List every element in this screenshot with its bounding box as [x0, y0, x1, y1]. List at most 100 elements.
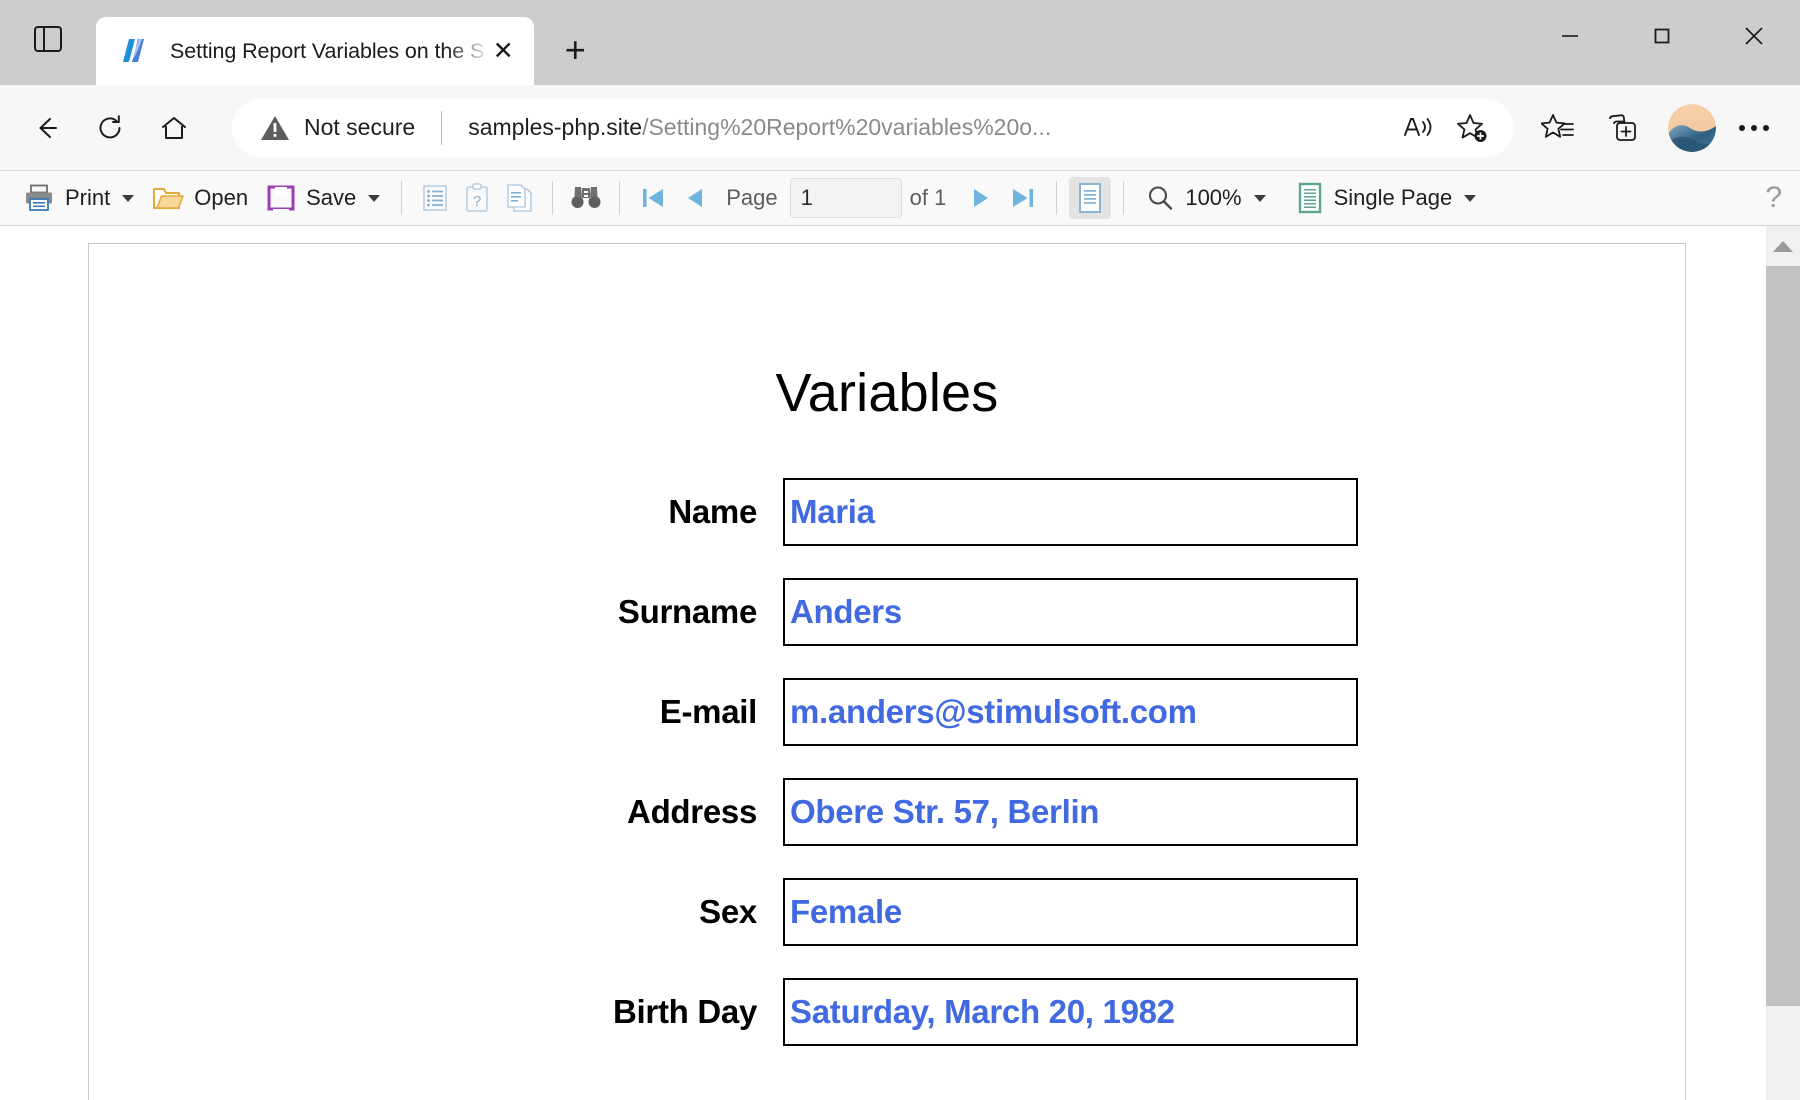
chevron-down-icon[interactable]: [1253, 194, 1266, 202]
view-mode-label: Single Page: [1333, 185, 1453, 210]
variable-label: Surname: [617, 593, 757, 630]
minimize-button[interactable]: [1524, 0, 1616, 72]
tab-strip: Setting Report Variables on the S ✕ +: [0, 0, 1800, 85]
variable-row: E-mail m.anders@stimulsoft.com: [89, 662, 1685, 762]
stimulsoft-logo-icon: [118, 36, 148, 66]
variable-value: Anders: [790, 593, 902, 630]
scrollbar-track[interactable]: [1766, 266, 1800, 1089]
pdf-page: Variables Name Maria Surname Anders E-ma…: [88, 243, 1686, 1100]
close-button[interactable]: [1708, 0, 1800, 72]
address-bar-actions: [1392, 101, 1500, 155]
printer-icon: [26, 184, 52, 211]
back-button[interactable]: [18, 100, 74, 156]
open-button[interactable]: Open: [143, 176, 257, 220]
next-page-icon[interactable]: [960, 177, 1002, 219]
chevron-down-icon[interactable]: [368, 194, 381, 202]
vertical-scrollbar[interactable]: [1766, 226, 1800, 1100]
add-favorite-icon[interactable]: [1446, 101, 1500, 155]
page-view-icon[interactable]: [498, 177, 540, 219]
toolbar-divider: [401, 181, 403, 215]
variable-label: Birth Day: [613, 993, 757, 1030]
variable-label: Sex: [699, 893, 757, 930]
variable-value: Female: [790, 893, 902, 930]
variable-value-box[interactable]: m.anders@stimulsoft.com: [783, 678, 1358, 746]
pdf-document-area: Variables Name Maria Surname Anders E-ma…: [0, 226, 1800, 1100]
home-button[interactable]: [146, 100, 202, 156]
dot: [1739, 124, 1745, 131]
chevron-down-icon[interactable]: [122, 194, 135, 202]
address-bar[interactable]: Not secure samples-php.site/Setting%20Re…: [232, 98, 1514, 157]
variable-label: Address: [627, 793, 757, 830]
variable-value-box[interactable]: Saturday, March 20, 1982: [783, 978, 1358, 1046]
variable-row: Birth Day Saturday, March 20, 1982: [89, 962, 1685, 1062]
print-label: Print: [65, 185, 111, 210]
new-tab-button[interactable]: +: [546, 21, 604, 79]
variable-value-box[interactable]: Maria: [783, 478, 1358, 546]
variable-value-box[interactable]: Anders: [783, 578, 1358, 646]
dot: [1751, 124, 1757, 131]
collections-icon[interactable]: [1594, 100, 1650, 156]
toolbar-divider: [1123, 181, 1125, 215]
page-title: Variables: [775, 363, 999, 423]
url-text: samples-php.site/Setting%20Report%20vari…: [468, 114, 1382, 141]
window-controls: [1524, 0, 1800, 85]
toolbar-divider: [619, 181, 621, 215]
previous-page-icon[interactable]: [674, 177, 716, 219]
variable-value-box[interactable]: Female: [783, 878, 1358, 946]
zoom-magnifier-icon: [1149, 186, 1173, 210]
variables-list: Name Maria Surname Anders E-mail m.ander…: [89, 462, 1685, 1062]
security-status[interactable]: Not secure: [260, 114, 415, 142]
page-number-input[interactable]: [789, 178, 902, 218]
folder-open-icon: [153, 188, 185, 209]
browser-tab[interactable]: Setting Report Variables on the S ✕: [96, 17, 535, 85]
settings-and-more-button[interactable]: [1726, 100, 1782, 156]
maximize-button[interactable]: [1616, 0, 1708, 72]
reload-button[interactable]: [82, 100, 138, 156]
help-button[interactable]: ?: [1765, 181, 1782, 215]
scrollbar-thumb[interactable]: [1766, 266, 1800, 1006]
binoculars-find-icon[interactable]: [565, 177, 607, 219]
fit-page-icon[interactable]: [1069, 177, 1112, 219]
pdf-viewer-toolbar: Print Open Save ? Page 1 of 1 100% Singl…: [0, 170, 1800, 226]
zoom-control[interactable]: 100%: [1136, 176, 1274, 220]
svg-text:?: ?: [473, 193, 481, 210]
page-total-label: of 1: [909, 185, 947, 210]
variable-label: Name: [668, 493, 757, 530]
variable-row: Surname Anders: [89, 562, 1685, 662]
browser-navigation-bar: Not secure samples-php.site/Setting%20Re…: [0, 85, 1800, 170]
first-page-icon[interactable]: [632, 177, 674, 219]
security-status-label: Not secure: [304, 114, 416, 140]
toolbar-divider: [1056, 181, 1058, 215]
profile-avatar[interactable]: [1668, 103, 1716, 152]
chevron-down-icon[interactable]: [1464, 194, 1477, 202]
scroll-up-arrow-icon: [1773, 240, 1793, 252]
save-button[interactable]: Save: [257, 176, 389, 220]
scroll-up-button[interactable]: [1766, 226, 1800, 266]
bookmarks-panel-icon[interactable]: [414, 177, 456, 219]
last-page-icon[interactable]: [1002, 177, 1044, 219]
variable-value: Saturday, March 20, 1982: [790, 993, 1175, 1030]
dot: [1763, 124, 1769, 131]
toolbar-divider: [552, 181, 554, 215]
page-label: Page: [726, 185, 778, 210]
save-label: Save: [306, 185, 357, 210]
scroll-down-button[interactable]: [1766, 1089, 1800, 1100]
variable-value: m.anders@stimulsoft.com: [790, 693, 1197, 730]
read-aloud-icon[interactable]: [1392, 101, 1446, 155]
open-label: Open: [194, 185, 249, 210]
single-page-icon: [1298, 182, 1321, 214]
print-button[interactable]: Print: [14, 176, 143, 220]
tab-actions-button[interactable]: [0, 0, 96, 85]
url-host: samples-php.site: [468, 114, 643, 140]
variable-row: Address Obere Str. 57, Berlin: [89, 762, 1685, 862]
tab-title: Setting Report Variables on the S: [170, 38, 485, 63]
variable-row: Sex Female: [89, 862, 1685, 962]
view-mode-control[interactable]: Single Page: [1287, 176, 1486, 220]
clipboard-question-icon[interactable]: ?: [456, 177, 498, 219]
variable-row: Name Maria: [89, 462, 1685, 562]
variable-value-box[interactable]: Obere Str. 57, Berlin: [783, 778, 1358, 846]
zoom-level-label: 100%: [1185, 185, 1242, 210]
favorites-icon[interactable]: [1530, 100, 1586, 156]
tab-close-button[interactable]: ✕: [484, 32, 522, 70]
variable-value: Maria: [790, 493, 875, 530]
